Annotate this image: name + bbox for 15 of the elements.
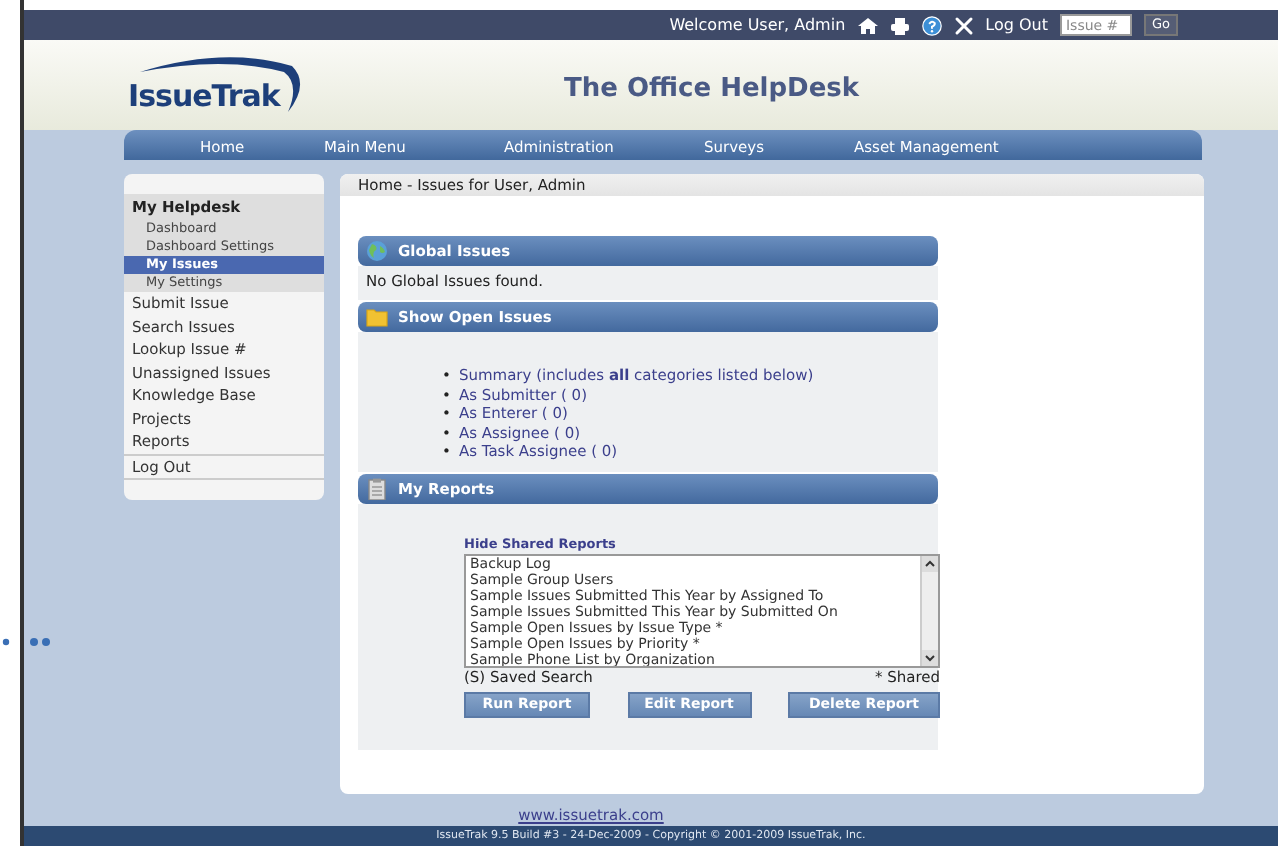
clipboard-icon — [366, 478, 388, 500]
report-list[interactable] — [464, 554, 940, 668]
globe-icon — [366, 240, 388, 262]
folder-icon — [366, 306, 388, 328]
home-icon[interactable] — [857, 15, 878, 35]
scroll-down-icon[interactable] — [922, 650, 938, 666]
scrollbar[interactable] — [920, 556, 938, 666]
logo-text: IssueTrak — [128, 77, 280, 113]
scroll-up-icon[interactable] — [922, 556, 938, 572]
printer-icon[interactable] — [889, 15, 910, 35]
help-icon[interactable] — [921, 15, 942, 35]
dots-icon — [0, 634, 52, 650]
welcome-text: Welcome User, Admin — [669, 13, 846, 37]
logout-link[interactable]: Log Out — [985, 13, 1048, 37]
page-title: The Office HelpDesk — [564, 72, 860, 108]
